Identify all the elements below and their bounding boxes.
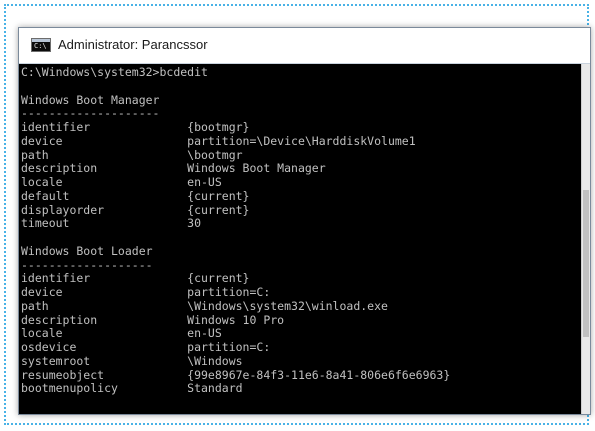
console-output[interactable]: C:\Windows\system32>bcdedit Windows Boot… bbox=[21, 65, 581, 412]
console-line: Windows Boot Loader bbox=[21, 243, 153, 258]
console-line: identifier {current} bbox=[21, 271, 250, 286]
console-line: bootmenupolicy Standard bbox=[21, 381, 243, 396]
console-line: -------------------- bbox=[21, 106, 160, 121]
console-line: osdevice partition=C: bbox=[21, 340, 271, 354]
cmd-console-icon: C:\ bbox=[31, 38, 51, 52]
vertical-scrollbar[interactable] bbox=[581, 64, 590, 414]
console-line: resumeobject {99e8967e-84f3-11e6-8a41-80… bbox=[21, 367, 451, 382]
window-title: Administrator: Parancssor bbox=[58, 37, 208, 52]
console-line: C:\Windows\system32>bcdedit bbox=[21, 65, 208, 79]
console-line: displayorder {current} bbox=[21, 202, 250, 217]
scrollbar-thumb[interactable] bbox=[583, 190, 589, 337]
console-line: locale en-US bbox=[21, 326, 222, 341]
console-line: description Windows Boot Manager bbox=[21, 161, 326, 176]
console-line: identifier {bootmgr} bbox=[21, 120, 250, 134]
console-line: ------------------- bbox=[21, 257, 153, 272]
console-line: Windows Boot Manager bbox=[21, 92, 160, 107]
console-line: device partition=C: bbox=[21, 285, 271, 299]
console-line: timeout 30 bbox=[21, 216, 202, 231]
console-line: locale en-US bbox=[21, 175, 222, 189]
console-line: systemroot \Windows bbox=[21, 353, 243, 368]
command-prompt-window[interactable]: C:\ Administrator: Parancssor C:\Windows… bbox=[18, 27, 591, 415]
console-line: path \bootmgr bbox=[21, 147, 243, 162]
console-line: path \Windows\system32\winload.exe bbox=[21, 298, 388, 313]
cmd-icon-glyph: C:\ bbox=[34, 42, 47, 50]
console-line: description Windows 10 Pro bbox=[21, 312, 285, 327]
console-line: device partition=\Device\HarddiskVolume1 bbox=[21, 133, 416, 148]
title-bar[interactable]: C:\ Administrator: Parancssor bbox=[19, 28, 590, 64]
console-line: default {current} bbox=[21, 188, 250, 203]
